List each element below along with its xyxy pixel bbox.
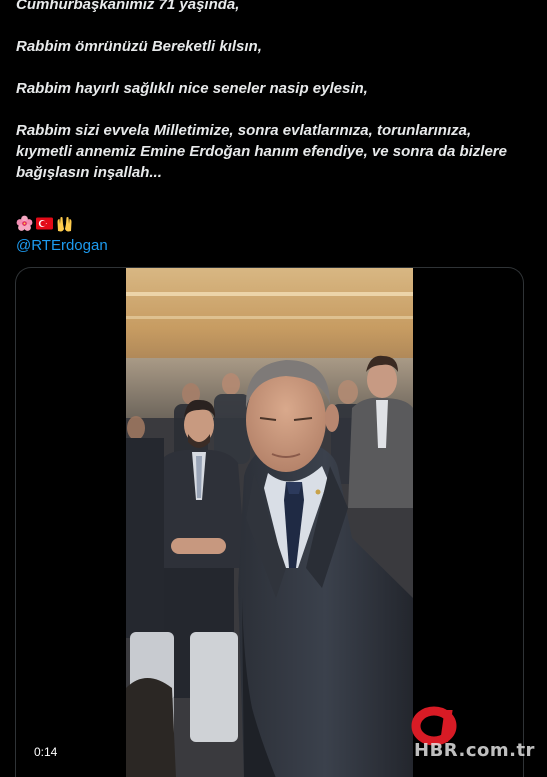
tweet-line: Rabbim ömrünüzü Bereketli kılsın, <box>16 38 262 55</box>
turkey-flag-icon <box>36 215 53 232</box>
tweet-line: Cumhurbaşkanımız 71 yaşında, <box>16 0 240 13</box>
video-frame[interactable] <box>126 268 413 777</box>
video-timestamp: 0:14 <box>28 742 64 762</box>
hibiscus-flower-icon <box>16 215 33 232</box>
tweet-line: Rabbim sizi evvela Milletimize, sonra ev… <box>16 122 472 139</box>
mention-link[interactable]: @RTErdogan <box>16 236 108 256</box>
tweet-line: bağışlasın inşallah... <box>16 164 162 181</box>
raising-hands-icon <box>56 215 73 232</box>
hbr-watermark: HBR.com.tr <box>384 700 544 774</box>
watermark-domain: HBR.com.tr <box>414 740 535 761</box>
emoji-row <box>16 214 73 232</box>
tweet-text: Cumhurbaşkanımız 71 yaşında, Rabbim ömrü… <box>16 0 536 183</box>
tweet-line: kıymetli annemiz Emine Erdoğan hanım efe… <box>16 143 507 160</box>
tweet-line: Rabbim hayırlı sağlıklı nice seneler nas… <box>16 80 368 97</box>
